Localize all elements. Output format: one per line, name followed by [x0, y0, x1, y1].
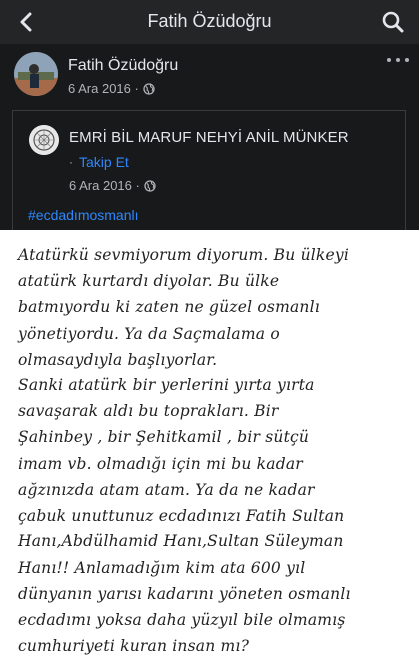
globe-icon — [143, 82, 155, 95]
author-name[interactable]: Fatih Özüdoğru — [68, 57, 178, 75]
note-line: ecdadımı yoksa daha yüzyıl bile olmamış — [18, 611, 346, 629]
page-avatar[interactable] — [29, 125, 59, 155]
note-line: dünyanın yarısı kadarını yöneten osmanlı — [18, 585, 351, 603]
avatar-photo — [14, 52, 58, 96]
note-line: savaşarak aldı bu toprakları. Bir — [18, 402, 279, 420]
follow-row: · Takip Et — [69, 154, 129, 170]
top-bar: Fatih Özüdoğru — [0, 0, 419, 44]
shared-post-meta: 6 Ara 2016 · — [69, 178, 156, 193]
note-line: Şahinbey , bir Şehitkamil , bir sütçü — [18, 428, 310, 446]
note-line: atatürk kurtardı diyolar. Bu ülke — [18, 272, 280, 290]
note-line: ağzınızda atam atam. Ya da ne kadar — [18, 481, 315, 499]
follow-button[interactable]: Takip Et — [79, 154, 129, 170]
note-line: Hanı!! Anlamadığım kim ata 600 yıl — [18, 559, 306, 577]
hashtag-link[interactable]: #ecdadımosmanlı — [28, 207, 139, 223]
note-line: olmasaydıyla başlıyorlar. — [18, 351, 218, 369]
post-date[interactable]: 6 Ara 2016 · — [68, 81, 139, 96]
globe-icon — [144, 179, 156, 192]
shared-post-date[interactable]: 6 Ara 2016 · — [69, 178, 140, 193]
note-line: Atatürkü sevmiyorum diyorum. Bu ülkeyi — [18, 246, 349, 264]
shared-post: EMRİ BİL MARUF NEHYİ ANİL MÜNKER · Takip… — [12, 110, 406, 232]
more-icon-dot — [396, 58, 400, 62]
separator-dot: · — [69, 155, 73, 169]
shared-page-name[interactable]: EMRİ BİL MARUF NEHYİ ANİL MÜNKER — [69, 129, 349, 146]
more-options-button[interactable] — [387, 54, 409, 66]
post: Fatih Özüdoğru 6 Ara 2016 · EMRİ BİL MAR… — [0, 44, 419, 232]
note-line: imam vb. olmadığı için mi bu kadar — [18, 455, 303, 473]
post-meta: 6 Ara 2016 · — [68, 81, 155, 96]
note-line: çabuk unuttunuz ecdadınızı Fatih Sultan — [18, 507, 345, 525]
note-line: batmıyordu ki zaten ne güzel osmanlı — [18, 298, 320, 316]
handwritten-note-image: Atatürkü sevmiyorum diyorum. Bu ülkeyi a… — [0, 230, 419, 663]
note-line: Hanı,Abdülhamid Hanı,Sultan Süleyman — [18, 532, 344, 550]
note-line: Sanki atatürk bir yerlerini yırta yırta — [18, 376, 315, 394]
page-title: Fatih Özüdoğru — [147, 11, 272, 31]
avatar[interactable] — [14, 52, 58, 96]
note-line: yönetiyordu. Ya da Saçmalama o — [18, 325, 280, 343]
note-line: cumhuriyeti kuran insan mı? — [18, 637, 250, 655]
ottoman-seal-icon — [29, 125, 59, 155]
more-icon-dot — [387, 58, 391, 62]
search-icon — [382, 11, 404, 33]
search-button[interactable] — [379, 8, 407, 36]
more-icon-dot — [405, 58, 409, 62]
